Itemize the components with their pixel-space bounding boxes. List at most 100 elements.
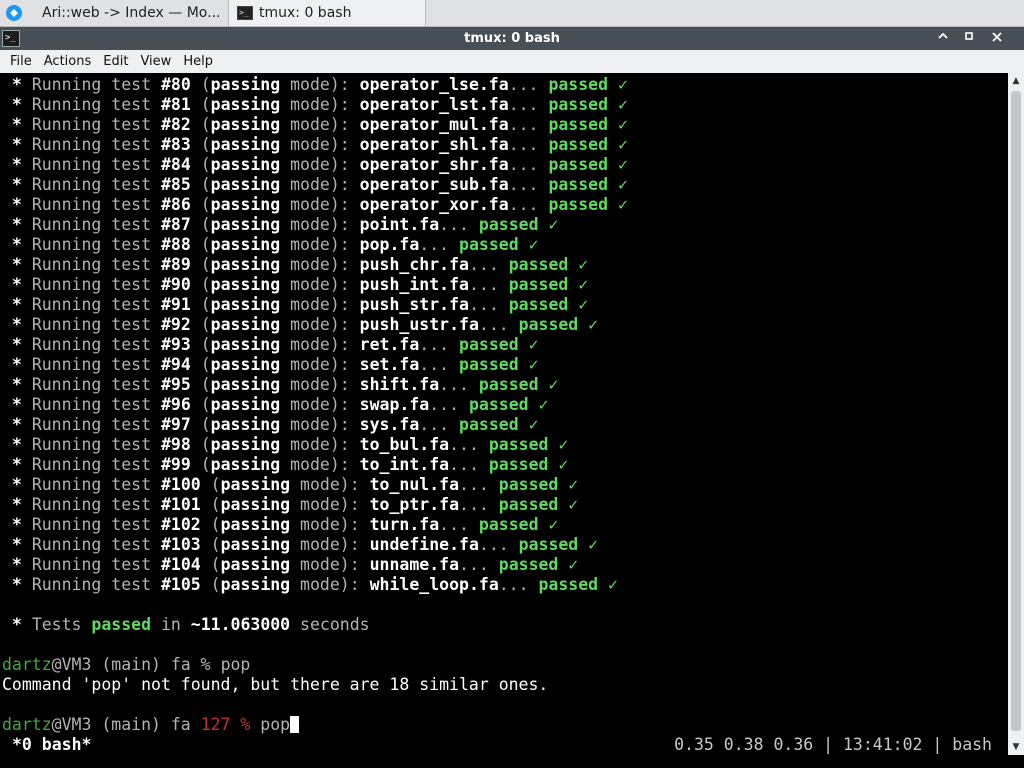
bullet-prefix: * Running test	[2, 395, 161, 414]
paren-open: (	[200, 555, 221, 574]
prompt-command: pop	[250, 715, 291, 734]
taskbar-task-firefox[interactable]: Ari::web -> Index — Mo...	[28, 0, 228, 26]
test-file: to_bul.fa	[359, 435, 450, 454]
menu-file[interactable]: File	[4, 50, 38, 73]
tmux-status-right: 0.35 0.38 0.36 | 13:41:02 | bash	[674, 735, 992, 754]
passed-label: passed	[478, 375, 539, 394]
mode-label: mode):	[280, 395, 360, 414]
bullet-prefix: * Running test	[2, 315, 161, 334]
check-icon: ✓	[578, 315, 599, 334]
prompt-user: dartz	[2, 715, 52, 734]
test-number: #84	[160, 155, 191, 174]
terminal-output[interactable]: * Running test #80 (passing mode): opera…	[0, 73, 1008, 755]
mode-passing: passing	[210, 335, 281, 354]
test-number: #82	[160, 115, 191, 134]
menu-actions[interactable]: Actions	[38, 50, 98, 73]
test-number: #80	[160, 75, 191, 94]
menu-edit[interactable]: Edit	[97, 50, 134, 73]
prompt-exit-code: 127 %	[200, 715, 251, 734]
check-icon: ✓	[548, 455, 569, 474]
app-launcher-button[interactable]	[0, 0, 28, 26]
check-icon: ✓	[608, 155, 628, 174]
passed-label: passed	[508, 295, 569, 314]
passed-label: passed	[538, 575, 599, 594]
check-icon: ✓	[568, 275, 589, 294]
bullet-prefix: * Running test	[2, 375, 161, 394]
test-number: #92	[160, 315, 191, 334]
taskbar-task-tmux[interactable]: >_ tmux: 0 bash	[228, 0, 426, 26]
ellipsis: ...	[419, 235, 460, 254]
tmux-window-tab[interactable]: *0 bash*	[12, 735, 91, 755]
test-result-line: * Running test #89 (passing mode): push_…	[2, 255, 588, 275]
scroll-up-arrow-icon[interactable]: ▲	[1008, 73, 1024, 89]
ellipsis: ...	[478, 535, 519, 554]
passed-label: passed	[478, 215, 539, 234]
mode-label: mode):	[280, 315, 360, 334]
paren-open: (	[190, 275, 211, 294]
test-number: #105	[160, 575, 201, 594]
ellipsis: ...	[419, 415, 460, 434]
check-icon: ✓	[528, 395, 549, 414]
minimize-button[interactable]	[932, 28, 954, 49]
bullet-prefix: * Running test	[2, 195, 161, 214]
ellipsis: ...	[508, 75, 549, 94]
summary-suffix: seconds	[290, 615, 370, 634]
check-icon: ✓	[608, 95, 628, 114]
ellipsis: ...	[508, 195, 549, 214]
summary-in: in	[151, 615, 191, 634]
test-number: #90	[160, 275, 191, 294]
bullet-prefix: * Running test	[2, 75, 161, 94]
maximize-button[interactable]	[958, 28, 980, 49]
paren-open: (	[190, 335, 211, 354]
menubar: File Actions Edit View Help	[0, 50, 1024, 73]
paren-open: (	[190, 175, 211, 194]
passed-label: passed	[498, 475, 559, 494]
mode-label: mode):	[290, 555, 370, 574]
test-file: operator_sub.fa	[359, 175, 509, 194]
test-result-line: * Running test #88 (passing mode): pop.f…	[2, 235, 539, 255]
paren-open: (	[190, 315, 211, 334]
check-icon: ✓	[518, 335, 539, 354]
mode-passing: passing	[210, 435, 281, 454]
check-icon: ✓	[558, 555, 579, 574]
active-prompt-line[interactable]: dartz@VM3 (main) fa 127 % pop	[2, 715, 300, 735]
ellipsis: ...	[468, 275, 509, 294]
ellipsis: ...	[508, 95, 549, 114]
paren-open: (	[190, 375, 211, 394]
mode-passing: passing	[220, 575, 291, 594]
summary-time: ~11.063000	[190, 615, 291, 634]
check-icon: ✓	[518, 355, 539, 374]
scroll-down-arrow-icon[interactable]: ▼	[1008, 739, 1024, 755]
paren-open: (	[200, 495, 221, 514]
test-result-line: * Running test #103 (passing mode): unde…	[2, 535, 598, 555]
scrollbar-thumb[interactable]	[1011, 91, 1021, 731]
check-icon: ✓	[608, 135, 628, 154]
ellipsis: ...	[459, 555, 499, 574]
ellipsis: ...	[439, 515, 479, 534]
test-result-line: * Running test #94 (passing mode): set.f…	[2, 355, 539, 375]
terminal-scrollbar[interactable]: ▲ ▼	[1008, 73, 1024, 755]
test-file: push_int.fa	[359, 275, 469, 294]
menu-help[interactable]: Help	[177, 50, 219, 73]
test-file: undefine.fa	[369, 535, 479, 554]
ellipsis: ...	[459, 475, 499, 494]
error-line: Command 'pop' not found, but there are 1…	[2, 675, 549, 694]
test-result-line: * Running test #87 (passing mode): point…	[2, 215, 558, 235]
close-button[interactable]	[986, 28, 1008, 49]
mode-passing: passing	[210, 115, 281, 134]
mode-passing: passing	[220, 475, 291, 494]
test-result-line: * Running test #97 (passing mode): sys.f…	[2, 415, 539, 435]
test-result-line: * Running test #93 (passing mode): ret.f…	[2, 335, 539, 355]
taskbar: Ari::web -> Index — Mo... >_ tmux: 0 bas…	[0, 0, 1024, 27]
test-file: operator_shl.fa	[359, 135, 509, 154]
bullet-prefix: * Running test	[2, 415, 161, 434]
mode-label: mode):	[280, 355, 360, 374]
mode-label: mode):	[280, 75, 360, 94]
check-icon: ✓	[518, 235, 539, 254]
passed-label: passed	[518, 315, 579, 334]
menu-view[interactable]: View	[134, 50, 177, 73]
paren-open: (	[190, 435, 211, 454]
check-icon: ✓	[538, 375, 559, 394]
test-number: #99	[160, 455, 191, 474]
test-result-line: * Running test #100 (passing mode): to_n…	[2, 475, 578, 495]
